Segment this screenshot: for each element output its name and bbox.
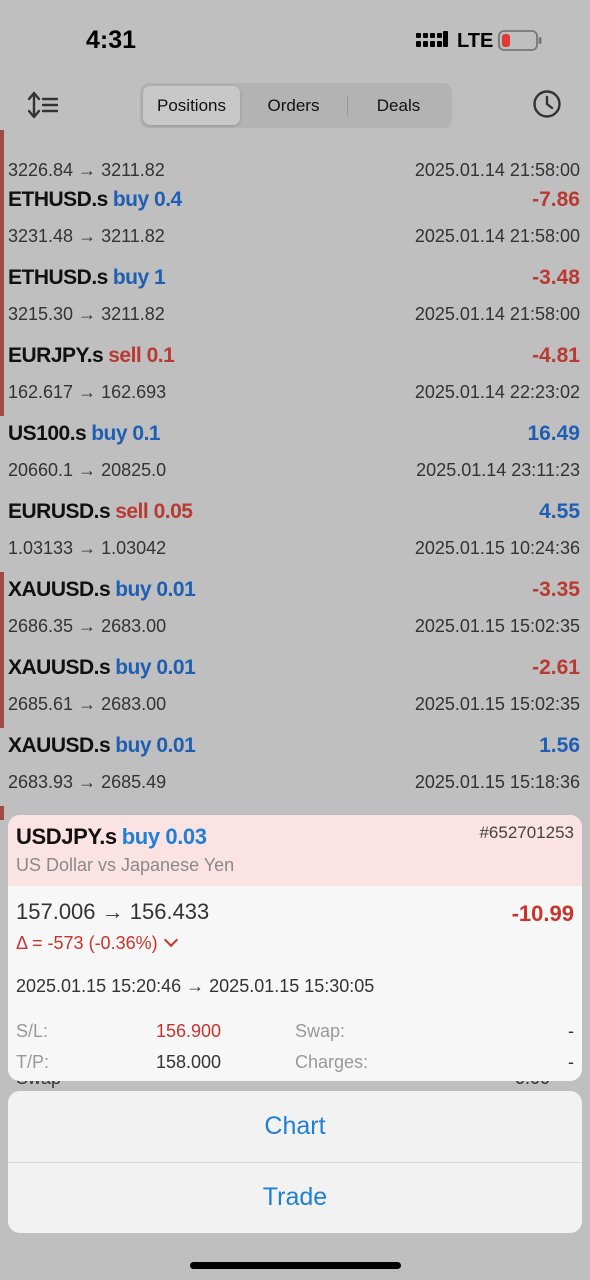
deal-profit: -4.81 bbox=[532, 344, 580, 367]
detail-ticket: #652701253 bbox=[479, 823, 574, 842]
deal-symbol: EURJPY.s bbox=[8, 344, 104, 367]
top-toolbar: Positions Orders Deals bbox=[0, 80, 590, 130]
history-clock-icon[interactable] bbox=[532, 89, 562, 119]
detail-profit: -10.99 bbox=[511, 901, 574, 926]
deal-row[interactable]: US100.s buy 0.1 16.49 20660.1 → 20825.0 2… bbox=[0, 416, 590, 494]
deal-time: 2025.01.14 22:23:02 bbox=[414, 382, 580, 402]
segmented-control: Positions Orders Deals bbox=[140, 83, 452, 128]
deal-profit: 1.56 bbox=[539, 734, 580, 757]
deal-profit: -7.86 bbox=[532, 188, 580, 211]
deal-side: sell 0.05 bbox=[115, 500, 193, 523]
swap-value: - bbox=[568, 1021, 574, 1041]
deal-row[interactable]: EURUSD.s sell 0.05 4.55 1.03133 → 1.03042… bbox=[0, 494, 590, 572]
deal-symbol: ETHUSD.s bbox=[8, 188, 108, 211]
deal-symbol: XAUUSD.s bbox=[8, 578, 111, 601]
deal-profit: 16.49 bbox=[527, 422, 580, 445]
deal-profit: -3.48 bbox=[532, 266, 580, 289]
deal-profit: -3.35 bbox=[532, 578, 580, 601]
loss-indicator-bar bbox=[0, 572, 4, 650]
detail-delta-text: Δ = -573 (-0.36%) bbox=[16, 933, 158, 953]
deal-row[interactable]: ETHUSD.s buy 0.4 -7.86 3231.48 → 3211.82 … bbox=[0, 182, 590, 260]
deal-row[interactable]: XAUUSD.s buy 0.01 -3.35 2686.35 → 2683.00… bbox=[0, 572, 590, 650]
deal-symbol: ETHUSD.s bbox=[8, 266, 108, 289]
deal-symbol: EURUSD.s bbox=[8, 500, 111, 523]
deal-time: 2025.01.15 15:18:36 bbox=[414, 772, 580, 792]
deal-side: buy 0.01 bbox=[115, 656, 196, 679]
deal-time: 2025.01.15 15:02:35 bbox=[414, 616, 580, 636]
home-indicator[interactable] bbox=[190, 1262, 401, 1269]
deal-time: 2025.01.14 23:11:23 bbox=[416, 460, 580, 480]
trade-button[interactable]: Trade bbox=[8, 1162, 582, 1233]
status-time: 4:31 bbox=[86, 26, 137, 54]
deal-prices: 3215.30 → 3211.82 bbox=[8, 304, 165, 324]
deal-side: buy 0.1 bbox=[91, 422, 161, 445]
sl-value: 156.900 bbox=[156, 1021, 222, 1041]
deal-profit: 4.55 bbox=[539, 500, 580, 523]
loss-indicator-bar bbox=[0, 338, 4, 416]
deal-symbol: XAUUSD.s bbox=[8, 734, 111, 757]
deal-row[interactable]: XAUUSD.s buy 0.01 1.56 2683.93 → 2685.49 … bbox=[0, 728, 590, 806]
battery-icon bbox=[498, 30, 542, 51]
deal-symbol: US100.s bbox=[8, 422, 87, 445]
detail-description: US Dollar vs Japanese Yen bbox=[16, 855, 235, 875]
chart-button[interactable]: Chart bbox=[8, 1091, 582, 1162]
loss-indicator-bar bbox=[0, 806, 4, 820]
loss-indicator-bar bbox=[0, 650, 4, 728]
detail-header: USDJPY.s buy 0.03 #652701253 US Dollar vs… bbox=[8, 815, 582, 886]
status-bar: 4:31 LTE bbox=[0, 0, 590, 80]
network-type: LTE bbox=[457, 30, 494, 52]
tab-deals[interactable]: Deals bbox=[348, 86, 449, 125]
tp-value: 158.000 bbox=[156, 1052, 222, 1072]
deal-side: sell 0.1 bbox=[108, 344, 175, 367]
sort-icon[interactable] bbox=[28, 91, 58, 119]
tp-label: T/P: bbox=[16, 1052, 50, 1072]
deal-prices: 20660.1 → 20825.0 bbox=[8, 460, 167, 480]
action-sheet: Chart Trade bbox=[8, 1091, 582, 1233]
detail-symbol: USDJPY.s bbox=[16, 824, 117, 849]
swap-label: Swap: bbox=[295, 1021, 346, 1041]
deal-prices: 1.03133 → 1.03042 bbox=[8, 538, 167, 558]
detail-prices: 157.006 → 156.433 bbox=[16, 899, 210, 924]
deal-time: 2025.01.14 21:58:00 bbox=[414, 160, 580, 180]
deals-list: 3226.84 → 3211.82 2025.01.14 21:58:00 ET… bbox=[0, 130, 590, 820]
deal-side: buy 0.01 bbox=[115, 578, 196, 601]
deal-prices: 2686.35 → 2683.00 bbox=[8, 616, 167, 636]
deal-prices: 2685.61 → 2683.00 bbox=[8, 694, 167, 714]
chevron-down-icon bbox=[163, 932, 178, 948]
position-detail-card: USDJPY.s buy 0.03 #652701253 US Dollar vs… bbox=[8, 815, 582, 1081]
deal-time: 2025.01.15 15:02:35 bbox=[414, 694, 580, 714]
tab-positions[interactable]: Positions bbox=[143, 86, 240, 125]
deal-row[interactable]: EURJPY.s sell 0.1 -4.81 162.617 → 162.693… bbox=[0, 338, 590, 416]
loss-indicator-bar bbox=[0, 260, 4, 338]
deal-side: buy 0.01 bbox=[115, 734, 196, 757]
detail-side: buy 0.03 bbox=[121, 824, 207, 849]
deal-symbol: XAUUSD.s bbox=[8, 656, 111, 679]
deal-row[interactable]: XAUUSD.s buy 0.01 -2.61 2685.61 → 2683.00… bbox=[0, 650, 590, 728]
detail-delta[interactable]: Δ = -573 (-0.36%) bbox=[16, 932, 178, 954]
deal-profit: -2.61 bbox=[532, 656, 580, 679]
sl-label: S/L: bbox=[16, 1021, 49, 1041]
loss-indicator-bar bbox=[0, 182, 4, 260]
deal-prices: 3226.84 → 3211.82 bbox=[8, 160, 165, 180]
deal-prices: 162.617 → 162.693 bbox=[8, 382, 167, 402]
charges-value: - bbox=[568, 1052, 574, 1072]
deal-time: 2025.01.14 21:58:00 bbox=[414, 304, 580, 324]
deal-prices: 3231.48 → 3211.82 bbox=[8, 226, 165, 246]
cellular-signal-icon bbox=[416, 31, 448, 47]
deal-side: buy 0.4 bbox=[112, 188, 182, 211]
deal-time: 2025.01.15 10:24:36 bbox=[414, 538, 580, 558]
deal-side: buy 1 bbox=[112, 266, 166, 289]
charges-label: Charges: bbox=[295, 1052, 369, 1072]
detail-times: 2025.01.15 15:20:46 → 2025.01.15 15:30:0… bbox=[16, 976, 375, 996]
deal-prices: 2683.93 → 2685.49 bbox=[8, 772, 167, 792]
deal-row[interactable]: ETHUSD.s buy 1 -3.48 3215.30 → 3211.82 20… bbox=[0, 260, 590, 338]
deal-time: 2025.01.14 21:58:00 bbox=[414, 226, 580, 246]
tab-orders[interactable]: Orders bbox=[242, 86, 345, 125]
